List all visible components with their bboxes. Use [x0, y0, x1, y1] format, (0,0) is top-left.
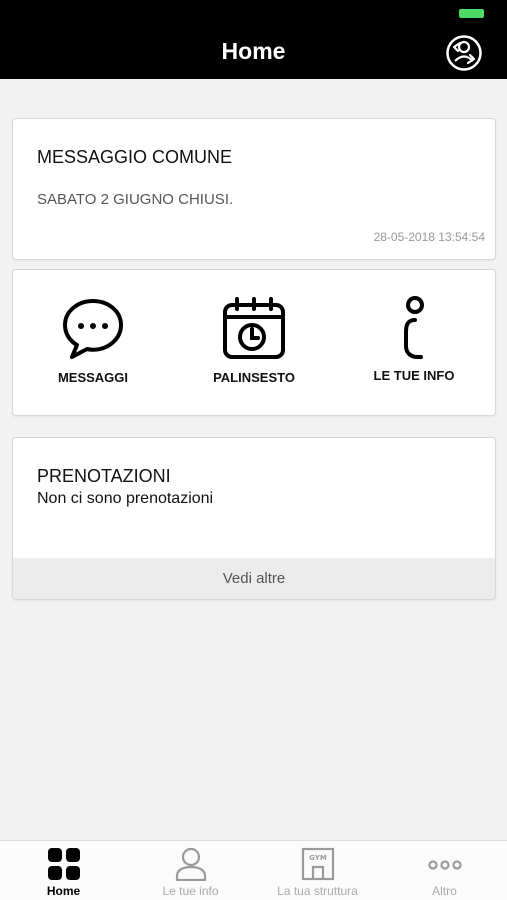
tab-more[interactable]: Altro: [381, 841, 507, 900]
your-info-button[interactable]: LE TUE INFO: [334, 296, 494, 396]
message-timestamp: 28-05-2018 13:54:54: [373, 230, 485, 244]
more-icon: [428, 860, 462, 870]
message-card[interactable]: MESSAGGIO COMUNE SABATO 2 GIUGNO CHIUSI.…: [13, 119, 495, 259]
bookings-empty-text: Non ci sono prenotazioni: [37, 490, 214, 507]
svg-text:GYM: GYM: [309, 854, 327, 862]
your-info-label: LE TUE INFO: [373, 368, 455, 383]
quick-actions-card: MESSAGGI PALINSESTO LE TUE INFO: [13, 270, 495, 415]
person-swap-icon: [446, 35, 482, 71]
tab-more-label: Altro: [432, 884, 457, 898]
bookings-title: PRENOTAZIONI: [37, 466, 171, 486]
tab-your-info[interactable]: Le tue info: [127, 841, 254, 900]
tab-your-gym-label: La tua struttura: [277, 884, 358, 898]
gym-building-icon: GYM: [301, 847, 335, 881]
message-body: SABATO 2 GIUGNO CHIUSI.: [37, 191, 234, 208]
messages-button[interactable]: MESSAGGI: [13, 296, 173, 396]
bookings-card: PRENOTAZIONI Non ci sono prenotazioni Ve…: [13, 438, 495, 599]
schedule-button[interactable]: PALINSESTO: [174, 296, 334, 396]
info-icon: [404, 296, 424, 359]
messages-label: MESSAGGI: [57, 370, 129, 385]
nav-header: Home: [0, 0, 507, 79]
tab-home-label: Home: [46, 884, 81, 898]
see-more-button[interactable]: Vedi altre: [13, 558, 495, 599]
page-title: Home: [221, 38, 286, 64]
grid-icon: [48, 848, 80, 880]
account-switch-button[interactable]: [445, 34, 483, 72]
message-title: MESSAGGIO COMUNE: [37, 147, 233, 167]
tab-your-gym[interactable]: GYM La tua struttura: [254, 841, 381, 900]
tab-bar: Home Le tue info GYM La tua struttura Al…: [0, 840, 507, 900]
calendar-clock-icon: [223, 297, 285, 359]
tab-home[interactable]: Home: [0, 841, 127, 900]
tab-your-info-label: Le tue info: [162, 884, 219, 898]
chat-bubble-icon: [63, 299, 123, 359]
person-icon: [175, 847, 207, 881]
schedule-label: PALINSESTO: [213, 370, 295, 385]
battery-indicator: [459, 9, 484, 18]
